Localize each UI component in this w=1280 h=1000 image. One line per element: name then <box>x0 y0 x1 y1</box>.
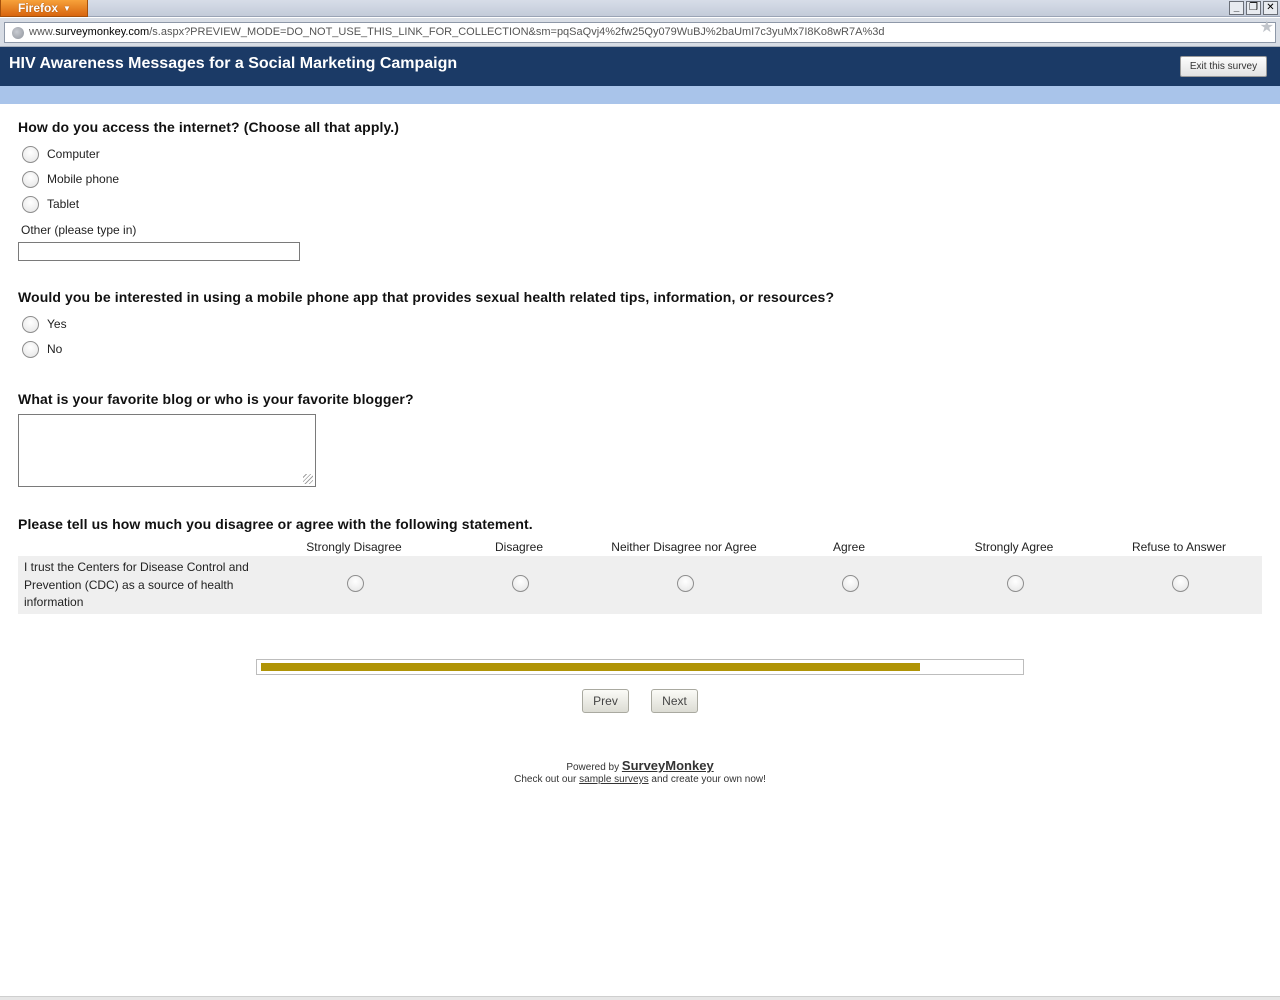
exit-survey-button[interactable]: Exit this survey <box>1180 56 1267 77</box>
header-band <box>0 86 1280 104</box>
question-mobile-app-interest: Would you be interested in using a mobil… <box>18 289 835 305</box>
site-identity-icon[interactable] <box>12 27 24 39</box>
option-mobile-phone[interactable]: Mobile phone <box>22 170 119 188</box>
option-label: No <box>47 342 63 356</box>
column-header-neither: Neither Disagree nor Agree <box>611 540 757 554</box>
option-label: Tablet <box>47 197 80 211</box>
window-titlebar: Firefox ▼ _ ❐ ✕ <box>0 0 1280 17</box>
sample-surveys-footer: Check out our sample surveys and create … <box>0 774 1280 785</box>
prev-button[interactable]: Prev <box>582 689 629 713</box>
resize-grip-icon[interactable] <box>303 474 313 484</box>
bottom-divider <box>0 996 1280 1000</box>
surveymonkey-logo-link[interactable]: SurveyMonkey <box>622 758 714 773</box>
sample-surveys-link[interactable]: sample surveys <box>579 774 648 785</box>
column-header-strongly-disagree: Strongly Disagree <box>306 540 402 554</box>
question-internet-access: How do you access the internet? (Choose … <box>18 119 400 135</box>
favorite-blog-textarea[interactable] <box>18 414 316 487</box>
url-path: /s.aspx?PREVIEW_MODE=DO_NOT_USE_THIS_LIN… <box>149 26 885 38</box>
matrix-row-cdc-trust: I trust the Centers for Disease Control … <box>18 556 1262 614</box>
option-label: Yes <box>47 317 67 331</box>
powered-by-footer: Powered by SurveyMonkey <box>0 758 1280 773</box>
other-input[interactable] <box>18 242 300 261</box>
powered-by-text: Powered by <box>566 762 620 773</box>
radio-strongly-agree[interactable] <box>1007 575 1024 592</box>
question-favorite-blog: What is your favorite blog or who is you… <box>18 391 414 407</box>
progress-fill <box>261 663 920 671</box>
column-header-strongly-agree: Strongly Agree <box>974 540 1054 554</box>
firefox-menu-button[interactable]: Firefox ▼ <box>0 0 88 17</box>
window-controls: _ ❐ ✕ <box>1229 1 1278 15</box>
option-computer[interactable]: Computer <box>22 145 100 163</box>
radio-agree[interactable] <box>842 575 859 592</box>
question-agree-statement: Please tell us how much you disagree or … <box>18 516 533 532</box>
radio-button[interactable] <box>22 195 39 213</box>
option-label: Mobile phone <box>47 172 120 186</box>
progress-bar <box>256 659 1024 675</box>
radio-button[interactable] <box>22 145 39 163</box>
column-header-agree: Agree <box>832 540 866 554</box>
url-prefix: www. <box>29 26 56 38</box>
radio-refuse[interactable] <box>1172 575 1189 592</box>
survey-header: HIV Awareness Messages for a Social Mark… <box>0 47 1280 86</box>
survey-title: HIV Awareness Messages for a Social Mark… <box>9 55 458 72</box>
address-bar[interactable]: www.surveymonkey.com/s.aspx?PREVIEW_MODE… <box>4 22 1276 43</box>
radio-button[interactable] <box>22 315 39 333</box>
firefox-menu-label: Firefox <box>18 1 59 15</box>
column-header-disagree: Disagree <box>494 540 544 554</box>
navigation-toolbar: www.surveymonkey.com/s.aspx?PREVIEW_MODE… <box>0 18 1280 47</box>
option-label: Computer <box>47 147 100 161</box>
radio-strongly-disagree[interactable] <box>347 575 364 592</box>
option-yes[interactable]: Yes <box>22 315 67 333</box>
option-tablet[interactable]: Tablet <box>22 195 79 213</box>
radio-button[interactable] <box>22 170 39 188</box>
dropdown-arrow-icon: ▼ <box>63 4 71 13</box>
other-label: Other (please type in) <box>21 223 137 237</box>
create-text: and create your own now! <box>651 774 766 785</box>
radio-disagree[interactable] <box>512 575 529 592</box>
url-domain: surveymonkey.com <box>55 26 150 38</box>
restore-icon[interactable]: ❐ <box>1246 1 1261 15</box>
option-no[interactable]: No <box>22 340 62 358</box>
column-header-refuse: Refuse to Answer <box>1131 540 1227 554</box>
close-icon[interactable]: ✕ <box>1263 1 1278 15</box>
bookmark-star-icon[interactable]: ★ <box>1260 19 1274 36</box>
check-out-text: Check out our <box>514 774 577 785</box>
radio-button[interactable] <box>22 340 39 358</box>
row-label: I trust the Centers for Disease Control … <box>24 560 249 609</box>
next-button[interactable]: Next <box>651 689 698 713</box>
radio-neither[interactable] <box>677 575 694 592</box>
minimize-icon[interactable]: _ <box>1229 1 1244 15</box>
